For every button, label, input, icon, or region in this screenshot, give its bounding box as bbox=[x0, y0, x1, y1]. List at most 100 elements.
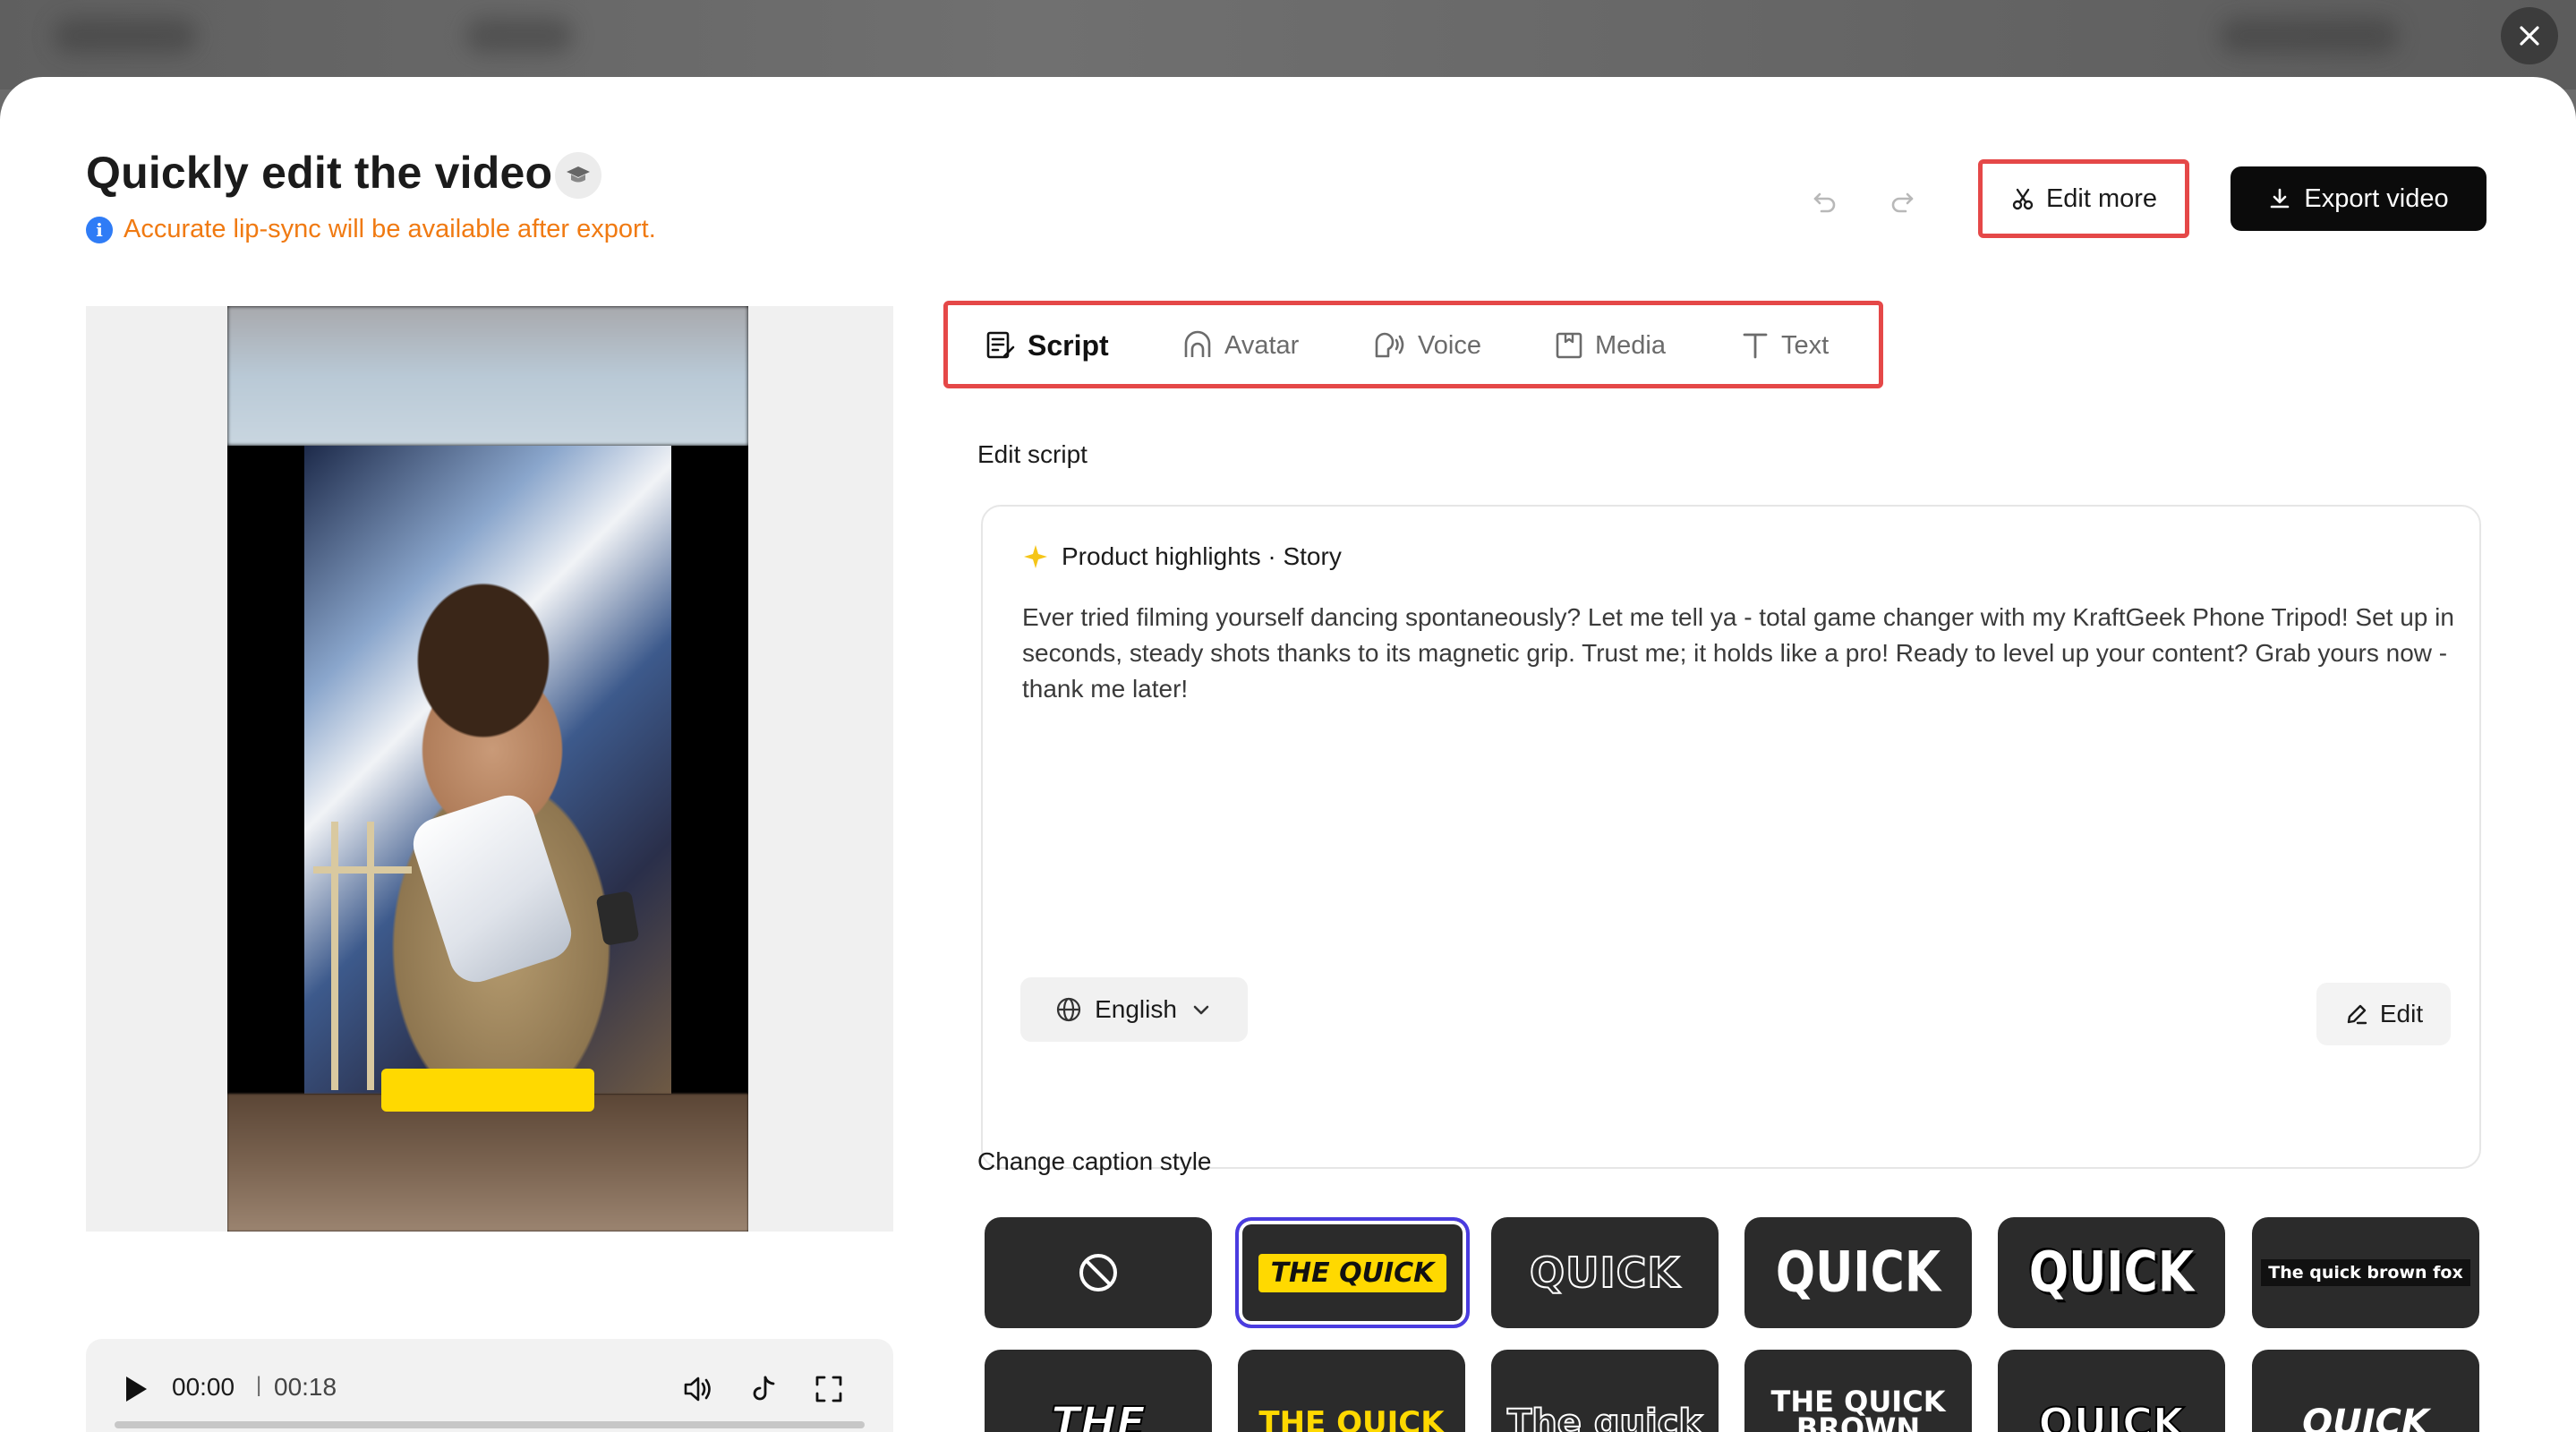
play-icon bbox=[126, 1377, 147, 1402]
caption-style-sample: QUICK bbox=[1529, 1248, 1680, 1298]
scissors-icon bbox=[2012, 188, 2034, 210]
caption-style-sample: The quick bbox=[1506, 1402, 1703, 1432]
notice-text: Accurate lip-sync will be available afte… bbox=[124, 215, 656, 243]
export-label: Export video bbox=[2304, 183, 2449, 213]
info-icon: i bbox=[86, 216, 113, 243]
letterbox-right bbox=[671, 446, 748, 1094]
progress-bar[interactable] bbox=[115, 1421, 865, 1428]
time-separator: | bbox=[256, 1373, 262, 1397]
background-blur bbox=[2220, 18, 2399, 54]
undo-icon bbox=[1813, 192, 1836, 213]
tab-script[interactable]: Script bbox=[985, 319, 1109, 372]
tab-voice[interactable]: Voice bbox=[1371, 319, 1481, 372]
lip-sync-notice: i Accurate lip-sync will be available af… bbox=[86, 215, 656, 244]
quick-edit-modal: Quickly edit the video i Accurate lip-sy… bbox=[0, 77, 2576, 1432]
close-modal-button[interactable] bbox=[2501, 7, 2558, 64]
background-blur bbox=[465, 18, 573, 54]
tab-media[interactable]: Media bbox=[1554, 319, 1666, 372]
volume-button[interactable] bbox=[678, 1369, 718, 1409]
current-time: 00:00 bbox=[172, 1373, 235, 1401]
voice-icon bbox=[1375, 332, 1404, 358]
edit-label: Edit bbox=[2379, 1000, 2424, 1027]
script-text[interactable]: Ever tried filming yourself dancing spon… bbox=[1022, 600, 2454, 707]
tiktok-button[interactable] bbox=[745, 1369, 784, 1409]
avatar-icon bbox=[1184, 330, 1211, 357]
script-icon bbox=[986, 331, 1015, 359]
export-video-button[interactable]: Export video bbox=[2231, 166, 2486, 231]
edit-more-button[interactable]: Edit more bbox=[1989, 168, 2179, 229]
caption-style-none[interactable] bbox=[985, 1217, 1212, 1328]
caption-style-sample: The quick brown fox bbox=[2261, 1259, 2470, 1286]
background-app bbox=[0, 0, 2576, 90]
caption-style-sample: QUICK bbox=[2038, 1398, 2186, 1432]
caption-style-option[interactable]: QUICK bbox=[2252, 1350, 2479, 1432]
tab-text[interactable]: Text bbox=[1740, 319, 1829, 372]
graduation-cap-icon bbox=[567, 166, 590, 183]
redo-icon bbox=[1891, 192, 1914, 213]
pencil-icon bbox=[2347, 1004, 2367, 1025]
video-scene bbox=[304, 446, 671, 1094]
script-card: Product highlights · Story Ever tried fi… bbox=[981, 505, 2481, 1169]
caption-style-sample: QUICK bbox=[2028, 1240, 2195, 1305]
volume-icon bbox=[684, 1377, 711, 1402]
edit-more-label: Edit more bbox=[2045, 183, 2158, 213]
caption-style-option[interactable]: QUICK bbox=[1998, 1350, 2225, 1432]
letterbox-left bbox=[227, 446, 304, 1094]
caption-style-sample: THE QUICK BROWN FOX bbox=[1770, 1385, 1946, 1432]
caption-style-option[interactable]: The quick brown fox bbox=[2252, 1217, 2479, 1328]
caption-style-option[interactable]: QUICK bbox=[1744, 1217, 1972, 1328]
chevron-down-icon bbox=[1193, 1005, 1209, 1015]
scene-product bbox=[406, 788, 578, 989]
tab-script-label: Script bbox=[1028, 328, 1109, 362]
video-frame[interactable] bbox=[227, 306, 748, 1232]
caption-style-option[interactable]: THE QUICK bbox=[1238, 1350, 1465, 1432]
text-icon bbox=[1743, 333, 1768, 359]
sparkle-icon bbox=[1024, 545, 1047, 568]
caption-style-option[interactable]: THE QUICK BROWN FOX bbox=[1744, 1350, 1972, 1432]
scene-detail bbox=[313, 866, 412, 874]
caption-style-sample: QUICK bbox=[1775, 1240, 1941, 1305]
caption-style-option[interactable]: QUICK bbox=[1998, 1217, 2225, 1328]
script-type: Product highlights · Story bbox=[1062, 542, 1342, 570]
language-dropdown[interactable]: English bbox=[1020, 977, 1248, 1042]
tab-avatar-label: Avatar bbox=[1224, 330, 1300, 360]
caption-style-label: Change caption style bbox=[977, 1147, 1212, 1175]
caption-style-sample: THE bbox=[1050, 1397, 1147, 1432]
close-icon bbox=[2520, 26, 2539, 46]
edit-script-button[interactable]: Edit bbox=[2316, 983, 2451, 1045]
caption-style-option[interactable]: QUICK bbox=[1491, 1217, 1719, 1328]
caption-style-sample: THE QUICK bbox=[1258, 1405, 1445, 1432]
caption-style-sample: QUICK bbox=[2302, 1402, 2429, 1432]
no-caption-icon bbox=[1079, 1254, 1117, 1291]
page-title: Quickly edit the video bbox=[86, 148, 553, 198]
media-icon bbox=[1556, 332, 1582, 359]
tab-avatar[interactable]: Avatar bbox=[1181, 319, 1299, 372]
redo-button[interactable] bbox=[1880, 179, 1924, 224]
player-controls: 00:00 | 00:18 bbox=[86, 1339, 893, 1432]
caption-style-sample: THE QUICK bbox=[1258, 1253, 1447, 1292]
video-bottom-blur bbox=[227, 1094, 748, 1232]
caption-style-option[interactable]: THE bbox=[985, 1350, 1212, 1432]
background-blur bbox=[54, 18, 197, 54]
tutorial-badge[interactable] bbox=[555, 152, 601, 199]
edit-script-label: Edit script bbox=[977, 440, 1088, 468]
scene-watch bbox=[595, 890, 640, 947]
undo-button[interactable] bbox=[1803, 179, 1847, 224]
caption-preview-bar bbox=[381, 1069, 594, 1112]
play-button[interactable] bbox=[118, 1371, 154, 1407]
caption-style-option[interactable]: The quick bbox=[1491, 1350, 1719, 1432]
globe-icon bbox=[1056, 997, 1081, 1022]
scene-detail bbox=[331, 822, 338, 1090]
caption-style-option[interactable]: THE QUICK bbox=[1235, 1217, 1470, 1328]
download-icon bbox=[2271, 188, 2290, 209]
caption-style-grid: THE QUICK QUICK QUICK QUICK The quick br… bbox=[981, 1217, 2503, 1432]
scene-detail bbox=[367, 822, 374, 1090]
tab-media-label: Media bbox=[1595, 330, 1666, 360]
fullscreen-button[interactable] bbox=[809, 1369, 849, 1409]
tab-text-label: Text bbox=[1781, 330, 1830, 360]
video-top-blur bbox=[227, 306, 748, 446]
tab-voice-label: Voice bbox=[1418, 330, 1481, 360]
script-header: Product highlights · Story bbox=[1022, 542, 1342, 571]
total-time: 00:18 bbox=[274, 1373, 337, 1401]
fullscreen-icon bbox=[815, 1376, 842, 1402]
